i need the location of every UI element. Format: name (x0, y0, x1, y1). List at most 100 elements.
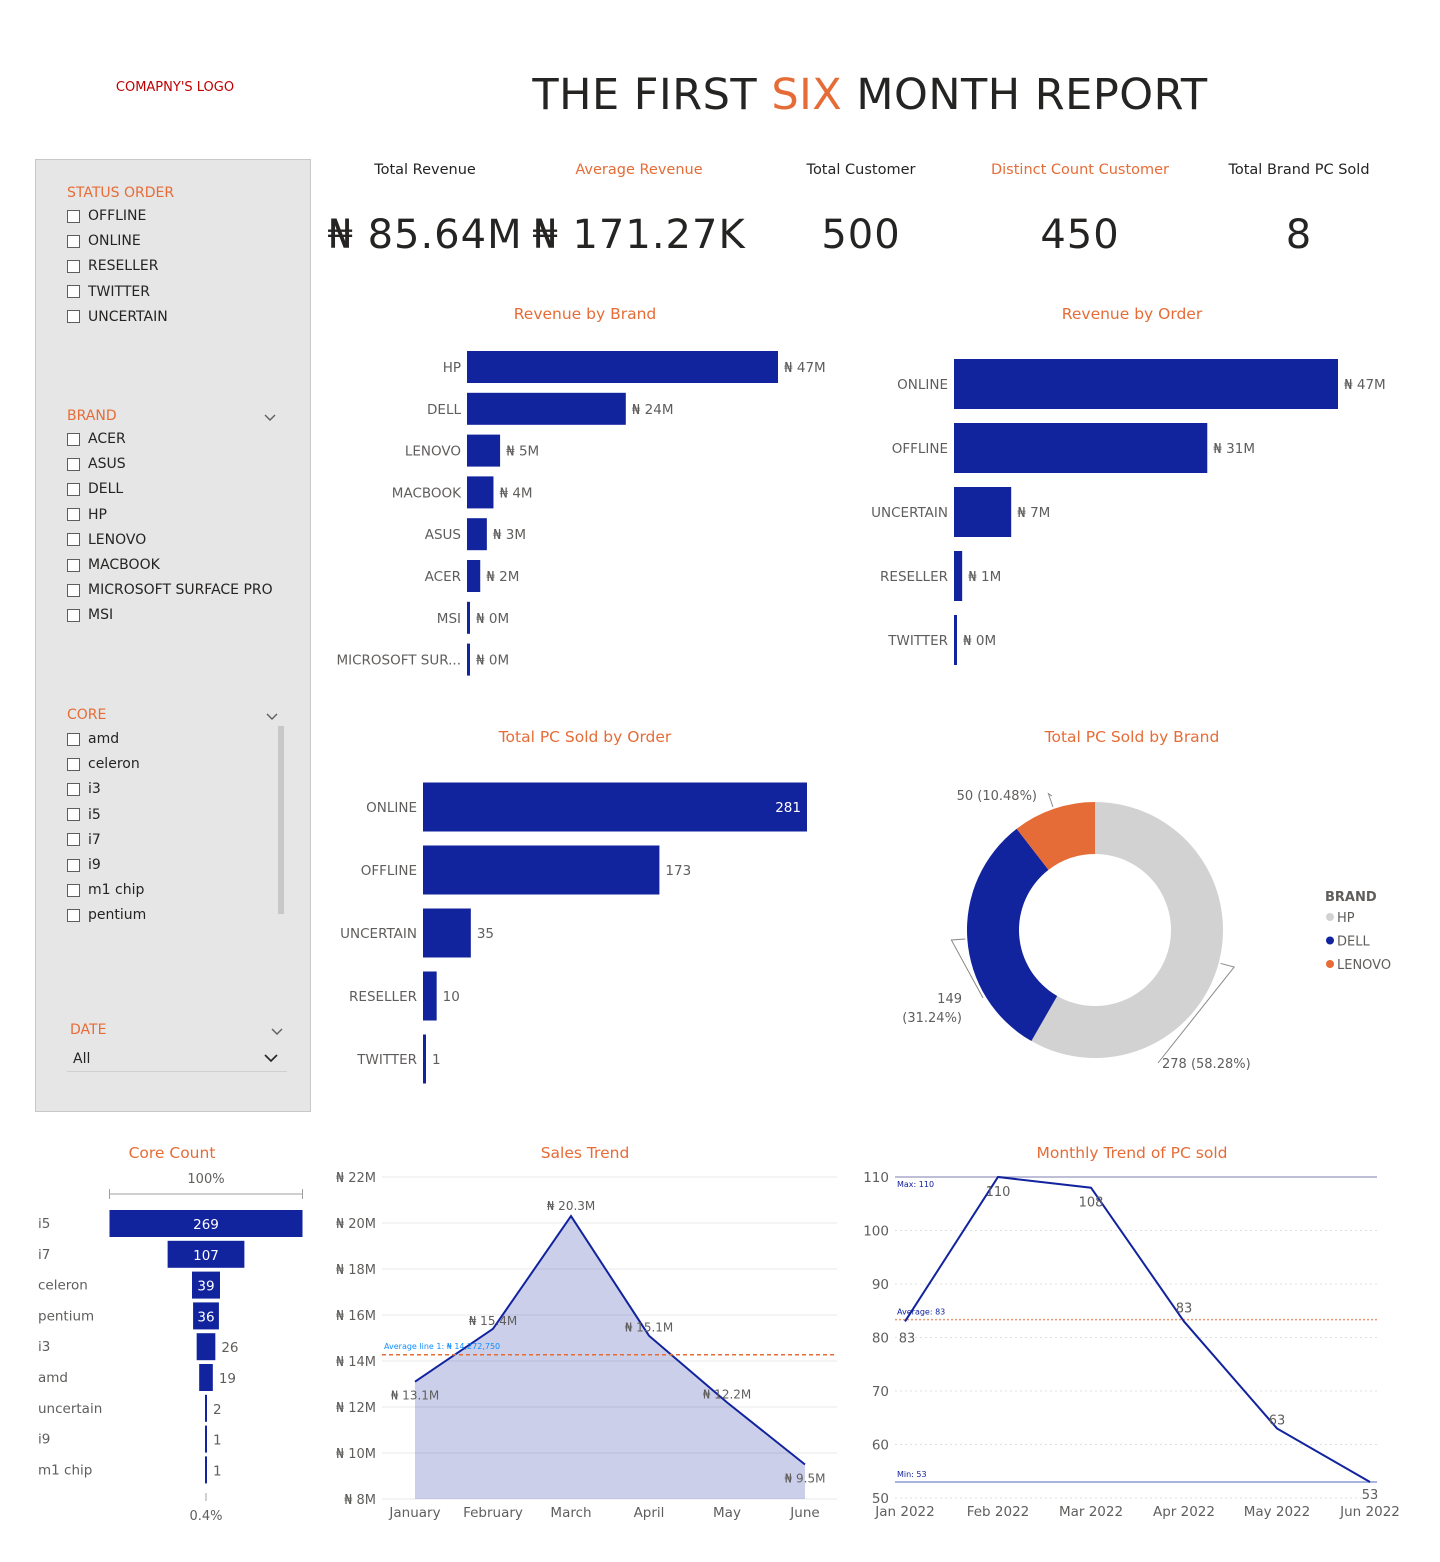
core-option[interactable]: amd (67, 729, 119, 749)
data-label: ₦ 20.3M (547, 1199, 596, 1213)
checkbox[interactable] (67, 310, 80, 324)
brand-option[interactable]: MSI (67, 605, 113, 625)
checkbox[interactable] (67, 558, 80, 572)
status-order-option[interactable]: OFFLINE (67, 206, 146, 226)
kpi-average-revenue-value: ₦ 171.27K (532, 212, 746, 258)
y-tick-label: ₦ 16M (336, 1309, 376, 1324)
chart-revenue-by-brand: HP ₦ 47M DELL ₦ 24M LENOVO ₦ 5M MACBOOK ₦ 4M ASU… (336, 351, 826, 676)
chart-pc-sold-by-brand: 278 (58.28%) 149 (31.24%) 50 (10.48%) BRAND H… (902, 789, 1391, 1072)
chevron-down-icon[interactable] (270, 1026, 284, 1036)
status-order-option[interactable]: UNCERTAIN (67, 307, 168, 327)
checkbox[interactable] (67, 858, 80, 872)
date-dropdown[interactable]: All (67, 1046, 287, 1072)
brand-option[interactable]: ACER (67, 429, 126, 449)
core-option[interactable]: pentium (67, 905, 146, 925)
slice-label: 50 (10.48%) (957, 789, 1037, 804)
checkbox[interactable] (67, 259, 80, 273)
brand-option-label: MACBOOK (88, 557, 160, 573)
checkbox[interactable] (67, 833, 80, 847)
checkbox[interactable] (67, 608, 80, 622)
data-label: 1 (432, 1052, 441, 1068)
core-option[interactable]: m1 chip (67, 880, 144, 900)
brand-option-label: LENOVO (88, 531, 147, 548)
funnel-bottom-label: 0.4% (189, 1509, 222, 1524)
data-label: ₦ 12.2M (703, 1387, 752, 1401)
chevron-down-icon[interactable] (263, 412, 277, 422)
core-option[interactable]: celeron (67, 754, 140, 774)
funnel-top-label: 100% (187, 1172, 224, 1187)
average-line-label: Average: 83 (897, 1308, 945, 1317)
brand-option[interactable]: ASUS (67, 454, 126, 474)
x-tick-label: February (463, 1505, 523, 1521)
core-option[interactable]: i3 (67, 779, 101, 799)
checkbox[interactable] (67, 808, 80, 822)
checkbox[interactable] (67, 234, 80, 248)
brand-option[interactable]: LENOVO (67, 530, 146, 550)
y-tick-label: 110 (863, 1170, 889, 1186)
checkbox[interactable] (67, 782, 80, 796)
bar (467, 601, 470, 634)
data-label: ₦ 47M (1344, 377, 1386, 393)
data-label: 26 (221, 1340, 238, 1356)
chevron-down-icon[interactable] (265, 711, 279, 721)
checkbox[interactable] (67, 432, 80, 446)
core-option[interactable]: i9 (67, 855, 101, 875)
slicer-brand-label: BRAND (67, 408, 117, 424)
category-label: m1 chip (38, 1462, 92, 1478)
bar (954, 359, 1338, 409)
checkbox[interactable] (67, 533, 80, 547)
core-scrollbar[interactable] (278, 726, 284, 914)
checkbox[interactable] (67, 908, 80, 922)
data-label: ₦ 4M (499, 485, 532, 501)
checkbox[interactable] (67, 732, 80, 746)
checkbox[interactable] (67, 508, 80, 522)
funnel-bar (205, 1394, 207, 1422)
bar (954, 423, 1208, 473)
category-label: uncertain (38, 1401, 102, 1417)
core-option[interactable]: i5 (67, 805, 101, 825)
checkbox[interactable] (67, 482, 80, 496)
brand-option[interactable]: DELL (67, 479, 123, 499)
data-label: ₦ 15.1M (625, 1321, 674, 1335)
brand-option-label: HP (88, 506, 107, 523)
brand-option[interactable]: MACBOOK (67, 555, 160, 575)
funnel-bar (205, 1456, 207, 1484)
checkbox[interactable] (67, 583, 80, 597)
data-label: ₦ 2M (486, 569, 519, 585)
status-order-option[interactable]: ONLINE (67, 231, 141, 251)
chart-title-pc-sold-by-brand: Total PC Sold by Brand (1044, 728, 1220, 746)
core-option[interactable]: i7 (67, 830, 101, 850)
trend-line (904, 1175, 1371, 1483)
kpi-total-customer-label: Total Customer (806, 162, 916, 178)
core-option-label: i7 (88, 831, 101, 848)
core-option-label: m1 chip (88, 882, 145, 899)
chart-title-revenue-by-brand: Revenue by Brand (513, 305, 657, 323)
data-label: 36 (197, 1309, 214, 1325)
checkbox[interactable] (67, 883, 80, 897)
checkbox[interactable] (67, 285, 80, 299)
bar (467, 392, 626, 425)
bar (467, 351, 778, 383)
y-tick-label: ₦ 10M (336, 1447, 376, 1462)
data-label: ₦ 0M (476, 611, 509, 627)
data-label: 10 (443, 989, 460, 1005)
data-label: 83 (899, 1331, 916, 1346)
status-order-option[interactable]: RESELLER (67, 256, 158, 276)
core-option-label: celeron (88, 756, 140, 773)
category-label: ONLINE (897, 377, 948, 393)
checkbox[interactable] (67, 757, 80, 771)
legend-label: DELL (1337, 935, 1370, 950)
category-label: i3 (38, 1339, 50, 1355)
category-label: i5 (38, 1216, 50, 1232)
x-tick-label: January (388, 1505, 440, 1521)
core-option-label: i3 (88, 781, 101, 798)
status-order-option[interactable]: TWITTER (67, 282, 150, 302)
data-label: 107 (193, 1248, 219, 1264)
brand-option[interactable]: MICROSOFT SURFACE PRO (67, 580, 273, 600)
data-label: 63 (1269, 1413, 1286, 1428)
checkbox[interactable] (67, 457, 80, 471)
checkbox[interactable] (67, 209, 80, 223)
x-tick-label: Mar 2022 (1059, 1504, 1123, 1520)
brand-option[interactable]: HP (67, 505, 107, 525)
category-label: DELL (427, 402, 461, 418)
